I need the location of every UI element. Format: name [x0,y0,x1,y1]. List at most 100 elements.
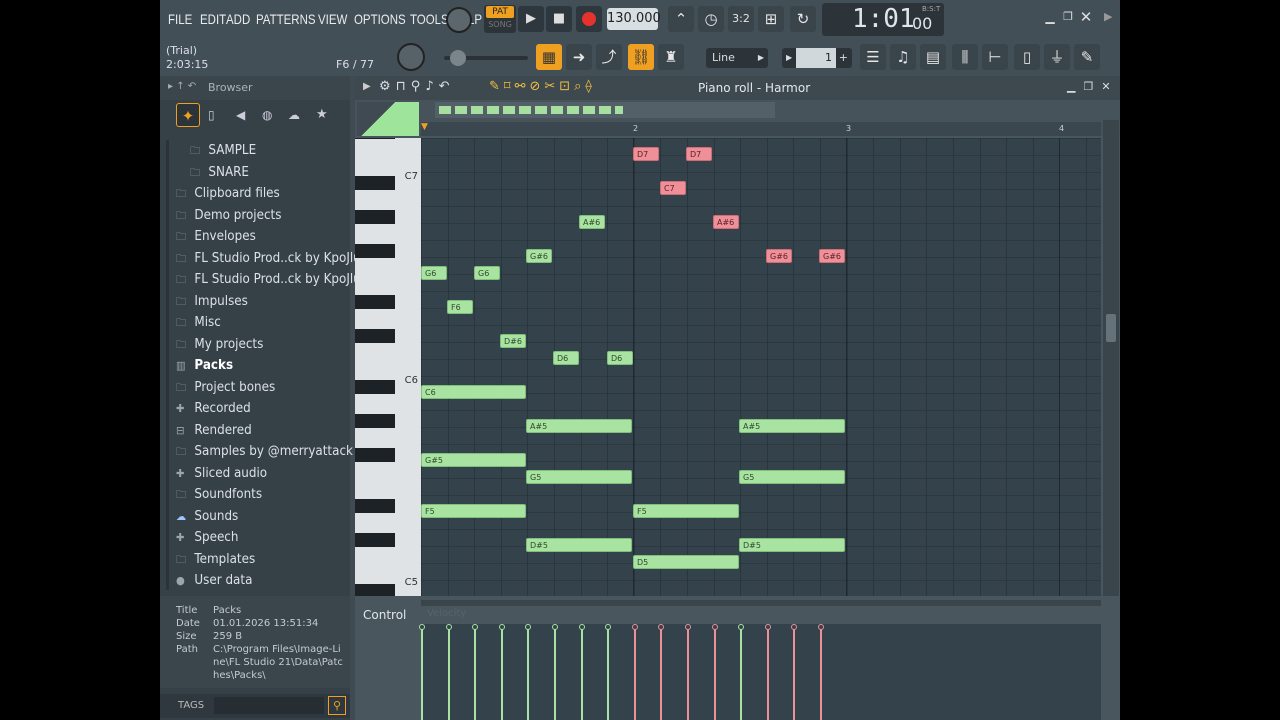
master-pitch-slider[interactable] [444,50,528,66]
browser-item[interactable]: 🗀 FL Studio Prod..ck by KpoJluK [176,269,369,290]
browser-item[interactable]: ✚ Speech [176,527,238,548]
master-pitch-knob[interactable] [446,7,472,33]
playlist-icon[interactable]: ☰ [860,44,886,70]
note[interactable]: D6 [607,351,633,365]
tool-icons[interactable]: ⚙⊓⚲♪↶ [379,79,455,94]
velocity-bar[interactable] [421,628,423,720]
note[interactable]: D5 [633,555,739,569]
note[interactable]: D#5 [526,538,632,552]
keyboard-icon[interactable]: ▦ [536,44,562,70]
files-filter-icon[interactable]: ▯ [208,108,215,122]
note[interactable]: G#6 [526,249,552,263]
link-icon[interactable]: ⛓ [628,44,654,70]
curve-icon[interactable]: ⤴ [596,44,622,70]
velocity-bar[interactable] [687,628,689,720]
velocity-handle[interactable] [791,624,798,630]
browser-item[interactable]: 🗀 Samples by @merryattack [176,441,353,462]
velocity-handle[interactable] [472,624,479,630]
all-filter-icon[interactable]: ✦ [176,103,200,127]
browser-item[interactable]: ● User data [176,570,252,591]
vertical-scrollbar[interactable] [1103,120,1119,596]
velocity-bar[interactable] [740,628,743,720]
browser-item[interactable]: 🗀 Envelopes [176,226,256,247]
black-key[interactable] [355,584,395,596]
velocity-handle[interactable] [658,624,665,630]
help-icon[interactable]: ✎ [1074,44,1100,70]
note[interactable]: D6 [553,351,579,365]
browser-item[interactable]: 🗀 SNARE [190,162,249,183]
blend-notes-icon[interactable]: ⊞ [758,6,784,32]
menu-patterns[interactable]: PATTERNS [256,0,316,38]
pattern-overview[interactable]: ▼ 2 3 4 [355,100,1120,136]
snap-select[interactable]: Line ▶ [706,48,768,68]
browser-tree-icon[interactable]: ⊢ [982,44,1008,70]
black-key[interactable] [355,533,395,547]
browser-item[interactable]: 🗀 Soundfonts [176,484,262,505]
maximize-icon[interactable]: ❐ [1060,10,1076,26]
browser-item[interactable]: 🗀 My projects [176,334,263,355]
note[interactable]: A#5 [526,419,632,433]
control-label[interactable]: Control [363,608,406,622]
browser-item[interactable]: ☁ Sounds [176,506,238,527]
note[interactable]: F5 [421,504,526,518]
velocity-bar[interactable] [660,628,663,720]
horizontal-scrollbar[interactable] [421,600,1101,606]
black-key[interactable] [355,380,395,394]
note-grid[interactable]: D7 D7 C7 A#6 A#6 G#6 G#6 G#6 G6 G6 F6 D#6 D6 D6 C6 A#5 A… [421,138,1101,596]
overview-strip[interactable] [435,102,775,118]
black-key[interactable] [355,176,395,190]
velocity-handle[interactable] [498,624,505,630]
tempo-display[interactable]: 130.000 [607,8,661,30]
menu-file[interactable]: FILE [168,0,192,38]
note[interactable]: C6 [421,385,526,399]
web-filter-icon[interactable]: ◍ [262,108,272,122]
note[interactable]: A#6 [579,215,605,229]
black-key[interactable] [355,448,395,462]
cloud-filter-icon[interactable]: ☁ [288,108,300,122]
master-volume-knob[interactable] [397,43,425,71]
browser-item[interactable]: 🗀 Templates [176,549,255,570]
note[interactable]: D#5 [739,538,845,552]
stamp-icon[interactable]: ♜ [658,44,684,70]
plugin-icon[interactable]: ⏚ [1044,44,1070,70]
velocity-handle[interactable] [631,624,638,630]
velocity-bar[interactable] [500,628,503,720]
velocity-bar[interactable] [527,628,530,720]
velocity-bar[interactable] [820,628,822,720]
note[interactable]: G6 [474,266,500,280]
file-icon[interactable]: ▯ [1014,44,1040,70]
close-icon[interactable]: ✕ [1078,8,1094,26]
black-key[interactable] [355,499,395,513]
piano-keyboard[interactable]: C7 C6 C5 [355,138,421,596]
note[interactable]: G#5 [421,453,526,467]
arrow-icon[interactable]: ▶ [1104,10,1112,23]
note[interactable]: F5 [633,504,739,518]
note[interactable]: G6 [421,266,447,280]
note[interactable]: D#6 [500,334,526,348]
note[interactable]: G5 [526,470,632,484]
velocity-handle[interactable] [685,624,691,630]
browser-item[interactable]: 🗀 Impulses [176,291,248,312]
record-button[interactable] [576,6,602,32]
velocity-bar[interactable] [633,628,636,720]
note[interactable]: A#6 [713,215,739,229]
note[interactable]: C7 [660,181,686,195]
note[interactable]: D7 [633,147,659,161]
velocity-handle[interactable] [738,624,745,630]
browser-item[interactable]: 🗀 FL Studio Prod..ck by KpoJluK [176,248,369,269]
velocity-bar[interactable] [713,628,716,720]
edit-tool-icons[interactable]: ✎⌑⚯⊘✂⊡⌕⟠ [489,79,596,94]
browser-item[interactable]: 🗀 SAMPLE [190,140,256,161]
pat-song-toggle[interactable]: PAT SONG [484,5,516,33]
stop-button[interactable]: ■ [546,6,572,32]
mixer-icon[interactable]: ⫼ [952,44,978,70]
piano-roll-icon[interactable]: ♫ [890,44,916,70]
menu-options[interactable]: OPTIONS [354,0,406,38]
velocity-bar[interactable] [474,628,477,720]
velocity-handle[interactable] [419,624,425,630]
audio-filter-icon[interactable]: ◀ [236,108,245,122]
note[interactable]: A#5 [739,419,845,433]
velocity-handle[interactable] [578,624,585,630]
browser-scrollbar[interactable] [166,140,169,590]
velocity-handle[interactable] [445,624,452,630]
